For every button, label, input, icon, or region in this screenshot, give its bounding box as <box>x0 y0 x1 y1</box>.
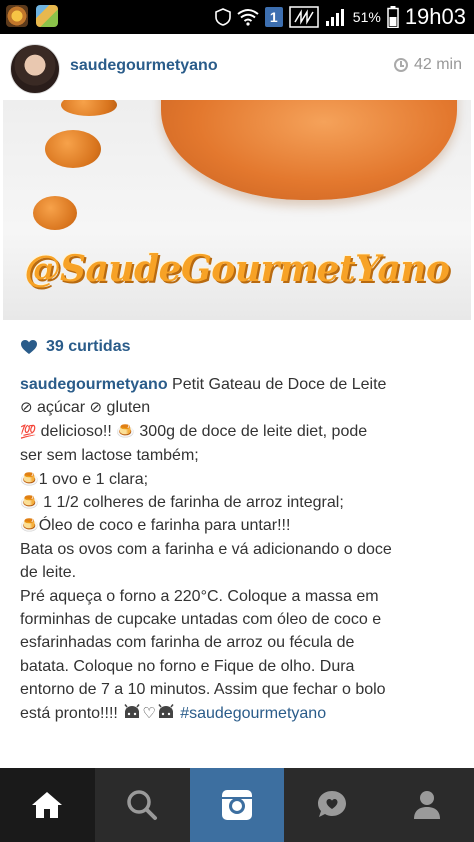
battery-percent: 51% <box>352 9 381 25</box>
likes-row[interactable]: 39 curtidas <box>20 338 130 356</box>
nfc-icon <box>289 6 319 28</box>
prohibited-icon: ⊘ <box>20 398 33 417</box>
home-icon <box>32 792 63 818</box>
dessert-icon: 🍮 <box>20 469 39 488</box>
caption-line: entorno de 7 a 10 minutos. Assim que fec… <box>20 681 386 699</box>
post-caption: saudegourmetyano Petit Gateau de Doce de… <box>20 373 460 725</box>
caramel-drop-image <box>45 130 101 168</box>
caption-text: gluten <box>106 399 151 417</box>
caption-line: ser sem lactose também; <box>20 447 199 465</box>
app-notification-icon <box>36 5 58 27</box>
avatar[interactable] <box>10 44 60 94</box>
caption-username[interactable]: saudegourmetyano <box>20 376 168 393</box>
petit-gateau-image <box>161 100 457 200</box>
post-time: 42 min <box>393 56 462 74</box>
nav-camera[interactable] <box>189 768 285 842</box>
caption-line: Bata os ovos com a farinha e vá adiciona… <box>20 540 392 558</box>
caption-text: 300g de doce de leite diet, pode <box>139 422 368 440</box>
prohibited-icon: ⊘ <box>89 398 103 417</box>
caption-line: está pronto!!!! ♡ #saudegourmetyano <box>20 702 460 725</box>
shield-icon <box>214 8 231 26</box>
hundred-points-icon: 💯 <box>20 424 37 440</box>
caption-line: saudegourmetyano Petit Gateau de Doce de… <box>20 373 460 396</box>
caption-line: 🍮Óleo de coco e farinha para untar!!! <box>20 514 460 537</box>
post-username[interactable]: saudegourmetyano <box>70 57 218 75</box>
caption-line: ⊘ açúcar ⊘ gluten <box>20 396 460 419</box>
app-notification-icon <box>6 5 28 27</box>
bottom-nav <box>0 768 474 842</box>
nav-home[interactable] <box>0 768 95 842</box>
caramel-drop-image <box>61 100 117 116</box>
caption-text: 1 ovo e 1 clara; <box>38 470 149 488</box>
nav-profile[interactable] <box>379 768 474 842</box>
caption-line: de leite. <box>20 564 77 582</box>
post-photo[interactable]: @SaudeGourmetYano <box>3 100 471 320</box>
caramel-drop-image <box>33 196 77 230</box>
activity-heart-bubble-icon <box>317 791 346 817</box>
photo-watermark: @SaudeGourmetYano <box>24 248 450 290</box>
dessert-icon: 🍮 <box>20 516 39 535</box>
caption-text: 1 1/2 colheres de farinha de arroz integ… <box>43 494 344 512</box>
dessert-icon: 🍮 <box>20 493 39 512</box>
caption-line: batata. Coloque no forno e Fique de olho… <box>20 657 355 675</box>
caption-text: Óleo de coco e farinha para untar!!! <box>38 517 291 535</box>
likes-count: 39 curtidas <box>46 338 131 355</box>
profile-icon <box>413 791 440 819</box>
caption-text: está pronto!!!! <box>20 704 118 722</box>
white-heart-icon: ♡ <box>142 703 156 722</box>
android-icon <box>158 703 174 718</box>
camera-icon <box>221 790 252 820</box>
post-time-label: 42 min <box>413 56 462 73</box>
post-header: saudegourmetyano 42 min <box>0 34 474 100</box>
battery-icon <box>387 6 399 28</box>
status-bar: 1 51% 19h03 <box>0 0 474 34</box>
caption-line: 🍮1 ovo e 1 clara; <box>20 468 460 491</box>
search-icon <box>127 790 158 820</box>
clock-icon <box>393 58 408 72</box>
caption-line: esfarinhadas com farinha de arroz ou féc… <box>20 634 355 652</box>
notification-count-badge: 1 <box>264 7 283 27</box>
wifi-icon <box>237 9 259 26</box>
caption-line: 💯 delicioso!! 🍮 300g de doce de leite di… <box>20 420 460 444</box>
caption-line: Pré aqueça o forno a 220°C. Coloque a ma… <box>20 587 379 605</box>
nav-search[interactable] <box>95 768 190 842</box>
dessert-icon: 🍮 <box>116 421 135 440</box>
caption-text: delicioso!! <box>40 422 112 440</box>
caption-line: 🍮 1 1/2 colheres de farinha de arroz int… <box>20 491 460 514</box>
android-icon <box>124 703 140 718</box>
caption-hashtag[interactable]: #saudegourmetyano <box>180 705 326 722</box>
signal-icon <box>325 9 344 26</box>
status-time: 19h03 <box>404 4 466 29</box>
caption-line: forminhas de cupcake untadas com óleo de… <box>20 611 382 629</box>
caption-text: Petit Gateau de Doce de Leite <box>172 376 387 393</box>
nav-activity[interactable] <box>284 768 379 842</box>
heart-icon <box>21 340 37 354</box>
caption-text: açúcar <box>37 399 86 417</box>
